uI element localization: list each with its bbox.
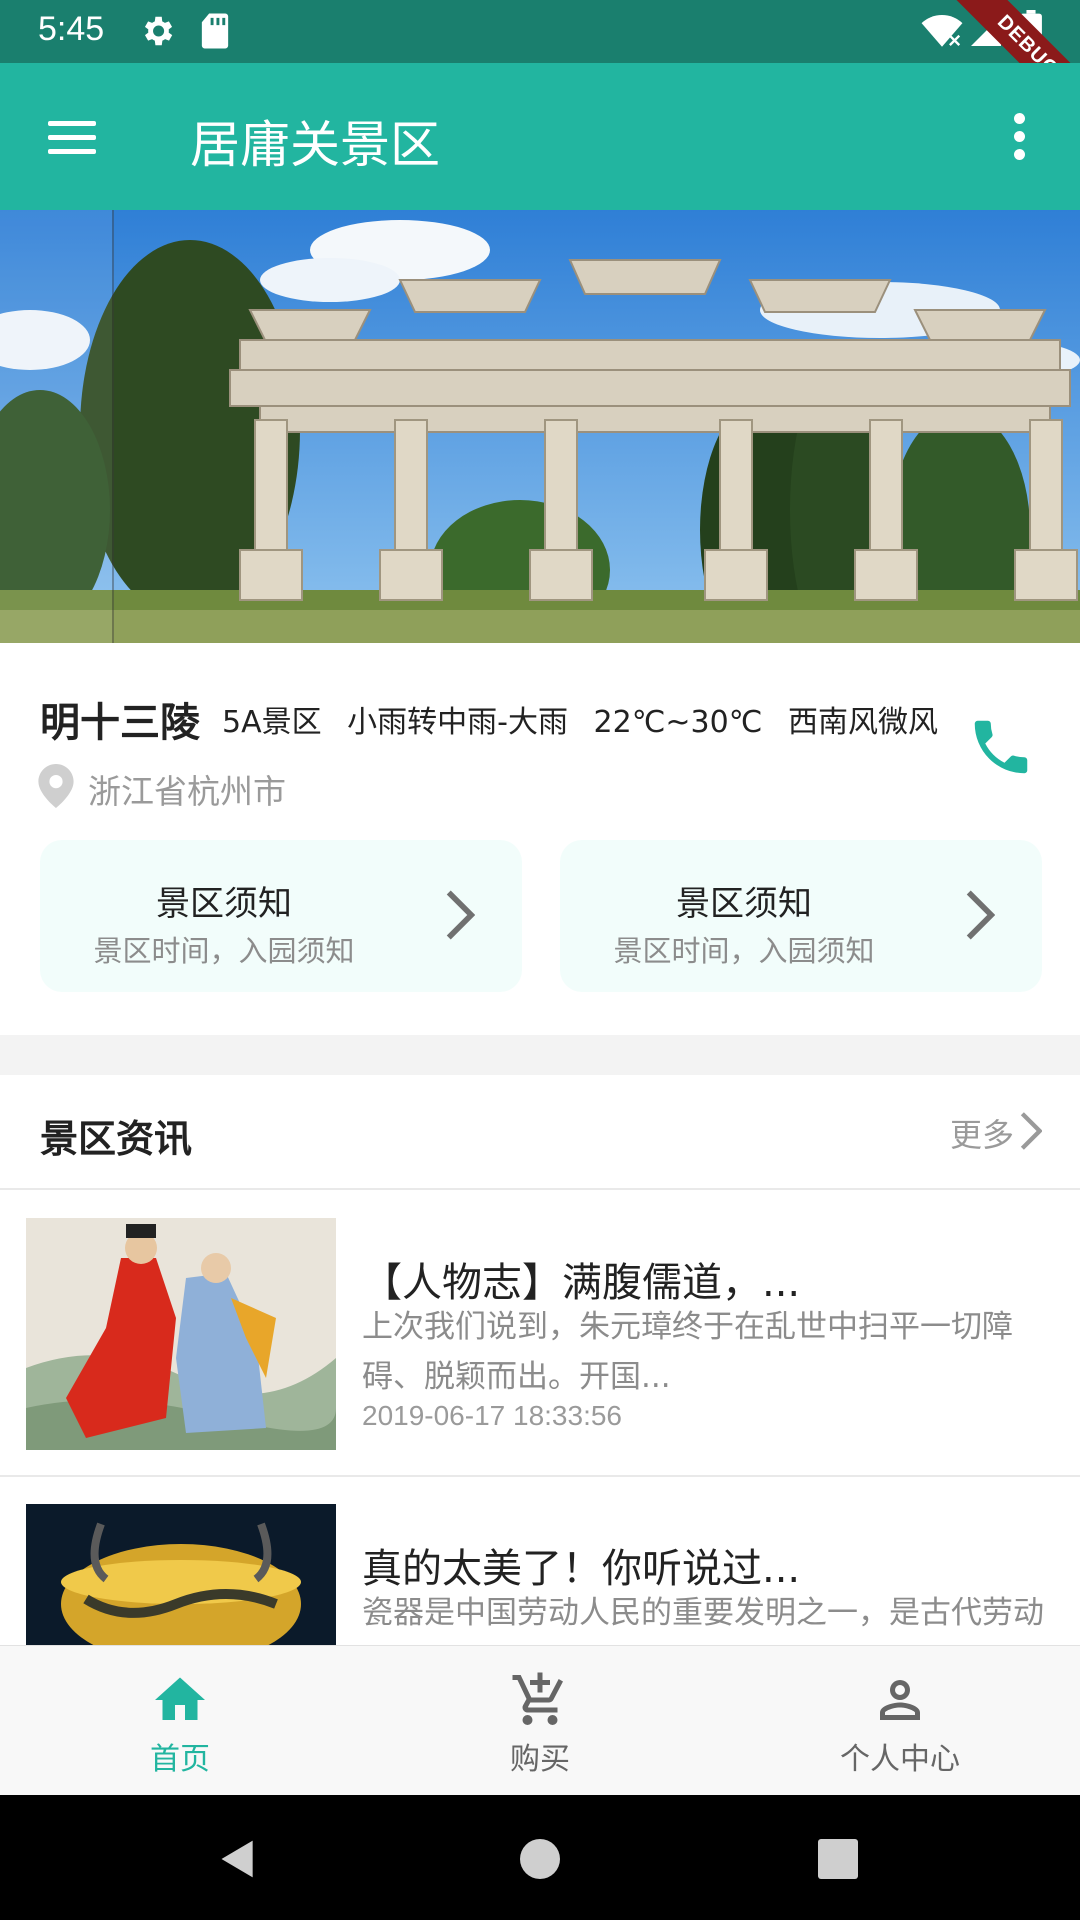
nav-item-buy[interactable]: 购买 bbox=[360, 1646, 720, 1796]
more-vert-icon bbox=[1014, 113, 1025, 124]
scenic-meta: 5A景区 小雨转中雨-大雨 22℃~30℃ 西南风微风 bbox=[222, 697, 954, 741]
chevron-right-icon bbox=[446, 890, 475, 940]
nav-item-home[interactable]: 首页 bbox=[0, 1646, 360, 1796]
news-thumbnail[interactable] bbox=[26, 1218, 336, 1450]
notice-subtitle: 景区时间，入园须知 bbox=[93, 934, 355, 968]
news-title[interactable]: 【人物志】满腹儒道，... bbox=[362, 1250, 800, 1308]
nav-label: 个人中心 bbox=[840, 1742, 960, 1777]
more-link[interactable]: 更多 bbox=[950, 1110, 1014, 1156]
person-icon bbox=[880, 1680, 920, 1720]
banner-image bbox=[0, 210, 1080, 643]
home-icon bbox=[155, 1677, 205, 1720]
page-title: 居庸关景区 bbox=[190, 116, 440, 174]
scenic-wind: 西南风微风 bbox=[787, 705, 938, 740]
status-bar: 5:45 bbox=[0, 0, 1080, 63]
nav-label: 首页 bbox=[150, 1742, 210, 1777]
notice-title: 景区须知 bbox=[676, 884, 812, 924]
location-pin-icon bbox=[38, 764, 74, 808]
home-button[interactable] bbox=[520, 1839, 560, 1879]
wifi-icon bbox=[921, 15, 963, 47]
news-section-title: 景区资讯 bbox=[40, 1117, 193, 1161]
notice-subtitle: 景区时间，入园须知 bbox=[613, 934, 875, 968]
news-thumbnail[interactable] bbox=[26, 1504, 336, 1645]
divider bbox=[0, 1475, 1080, 1477]
sd-card-icon bbox=[201, 13, 229, 49]
scenic-temperature: 22℃~30℃ bbox=[593, 705, 763, 740]
more-vert-dot bbox=[1014, 131, 1025, 142]
news-description: 上次我们说到，朱元璋终于在乱世中扫平一切障碍、脱颖而出。开国... bbox=[362, 1309, 1013, 1395]
cart-add-icon bbox=[512, 1672, 563, 1725]
status-time: 5:45 bbox=[38, 10, 105, 48]
notice-title: 景区须知 bbox=[156, 884, 292, 924]
menu-icon bbox=[48, 121, 96, 126]
news-thumbnail-image bbox=[26, 1218, 336, 1450]
banner-carousel[interactable] bbox=[0, 210, 1080, 643]
menu-button[interactable] bbox=[40, 111, 96, 161]
phone-icon[interactable] bbox=[966, 712, 1036, 782]
news-title[interactable]: 真的太美了！你听说过... bbox=[362, 1536, 800, 1594]
scenic-level: 5A景区 bbox=[222, 705, 322, 740]
nav-item-profile[interactable]: 个人中心 bbox=[720, 1646, 1080, 1796]
news-description: 瓷器是中国劳动人民的重要发明之一，是古代劳动人民的智慧和力量 bbox=[362, 1595, 1044, 1631]
bottom-navigation: 首页 购买 个人中心 bbox=[0, 1645, 1080, 1795]
scenic-name: 明十三陵 bbox=[40, 700, 200, 746]
location-text: 浙江省杭州市 bbox=[88, 772, 286, 811]
menu-icon-line bbox=[48, 135, 96, 140]
system-navigation-bar bbox=[0, 1795, 1080, 1920]
recent-apps-button[interactable] bbox=[818, 1839, 858, 1879]
news-date: 2019-06-17 18:33:56 bbox=[362, 1400, 622, 1431]
settings-gear-icon bbox=[144, 16, 173, 46]
nav-label: 购买 bbox=[510, 1742, 570, 1777]
notice-card[interactable]: 景区须知 景区时间，入园须知 bbox=[560, 840, 1042, 992]
back-icon[interactable] bbox=[216, 1837, 260, 1881]
news-thumbnail-image bbox=[26, 1504, 336, 1645]
divider bbox=[0, 1188, 1080, 1190]
more-vert-dot bbox=[1014, 149, 1025, 160]
app-bar: 居庸关景区 bbox=[0, 63, 1080, 210]
overflow-menu-button[interactable] bbox=[1000, 109, 1040, 165]
notice-card[interactable]: 景区须知 景区时间，入园须知 bbox=[40, 840, 522, 992]
menu-icon-line bbox=[48, 149, 96, 154]
chevron-right-icon bbox=[1020, 1112, 1042, 1150]
scenic-weather: 小雨转中雨-大雨 bbox=[347, 705, 568, 740]
section-divider bbox=[0, 1035, 1080, 1075]
chevron-right-icon bbox=[966, 890, 995, 940]
